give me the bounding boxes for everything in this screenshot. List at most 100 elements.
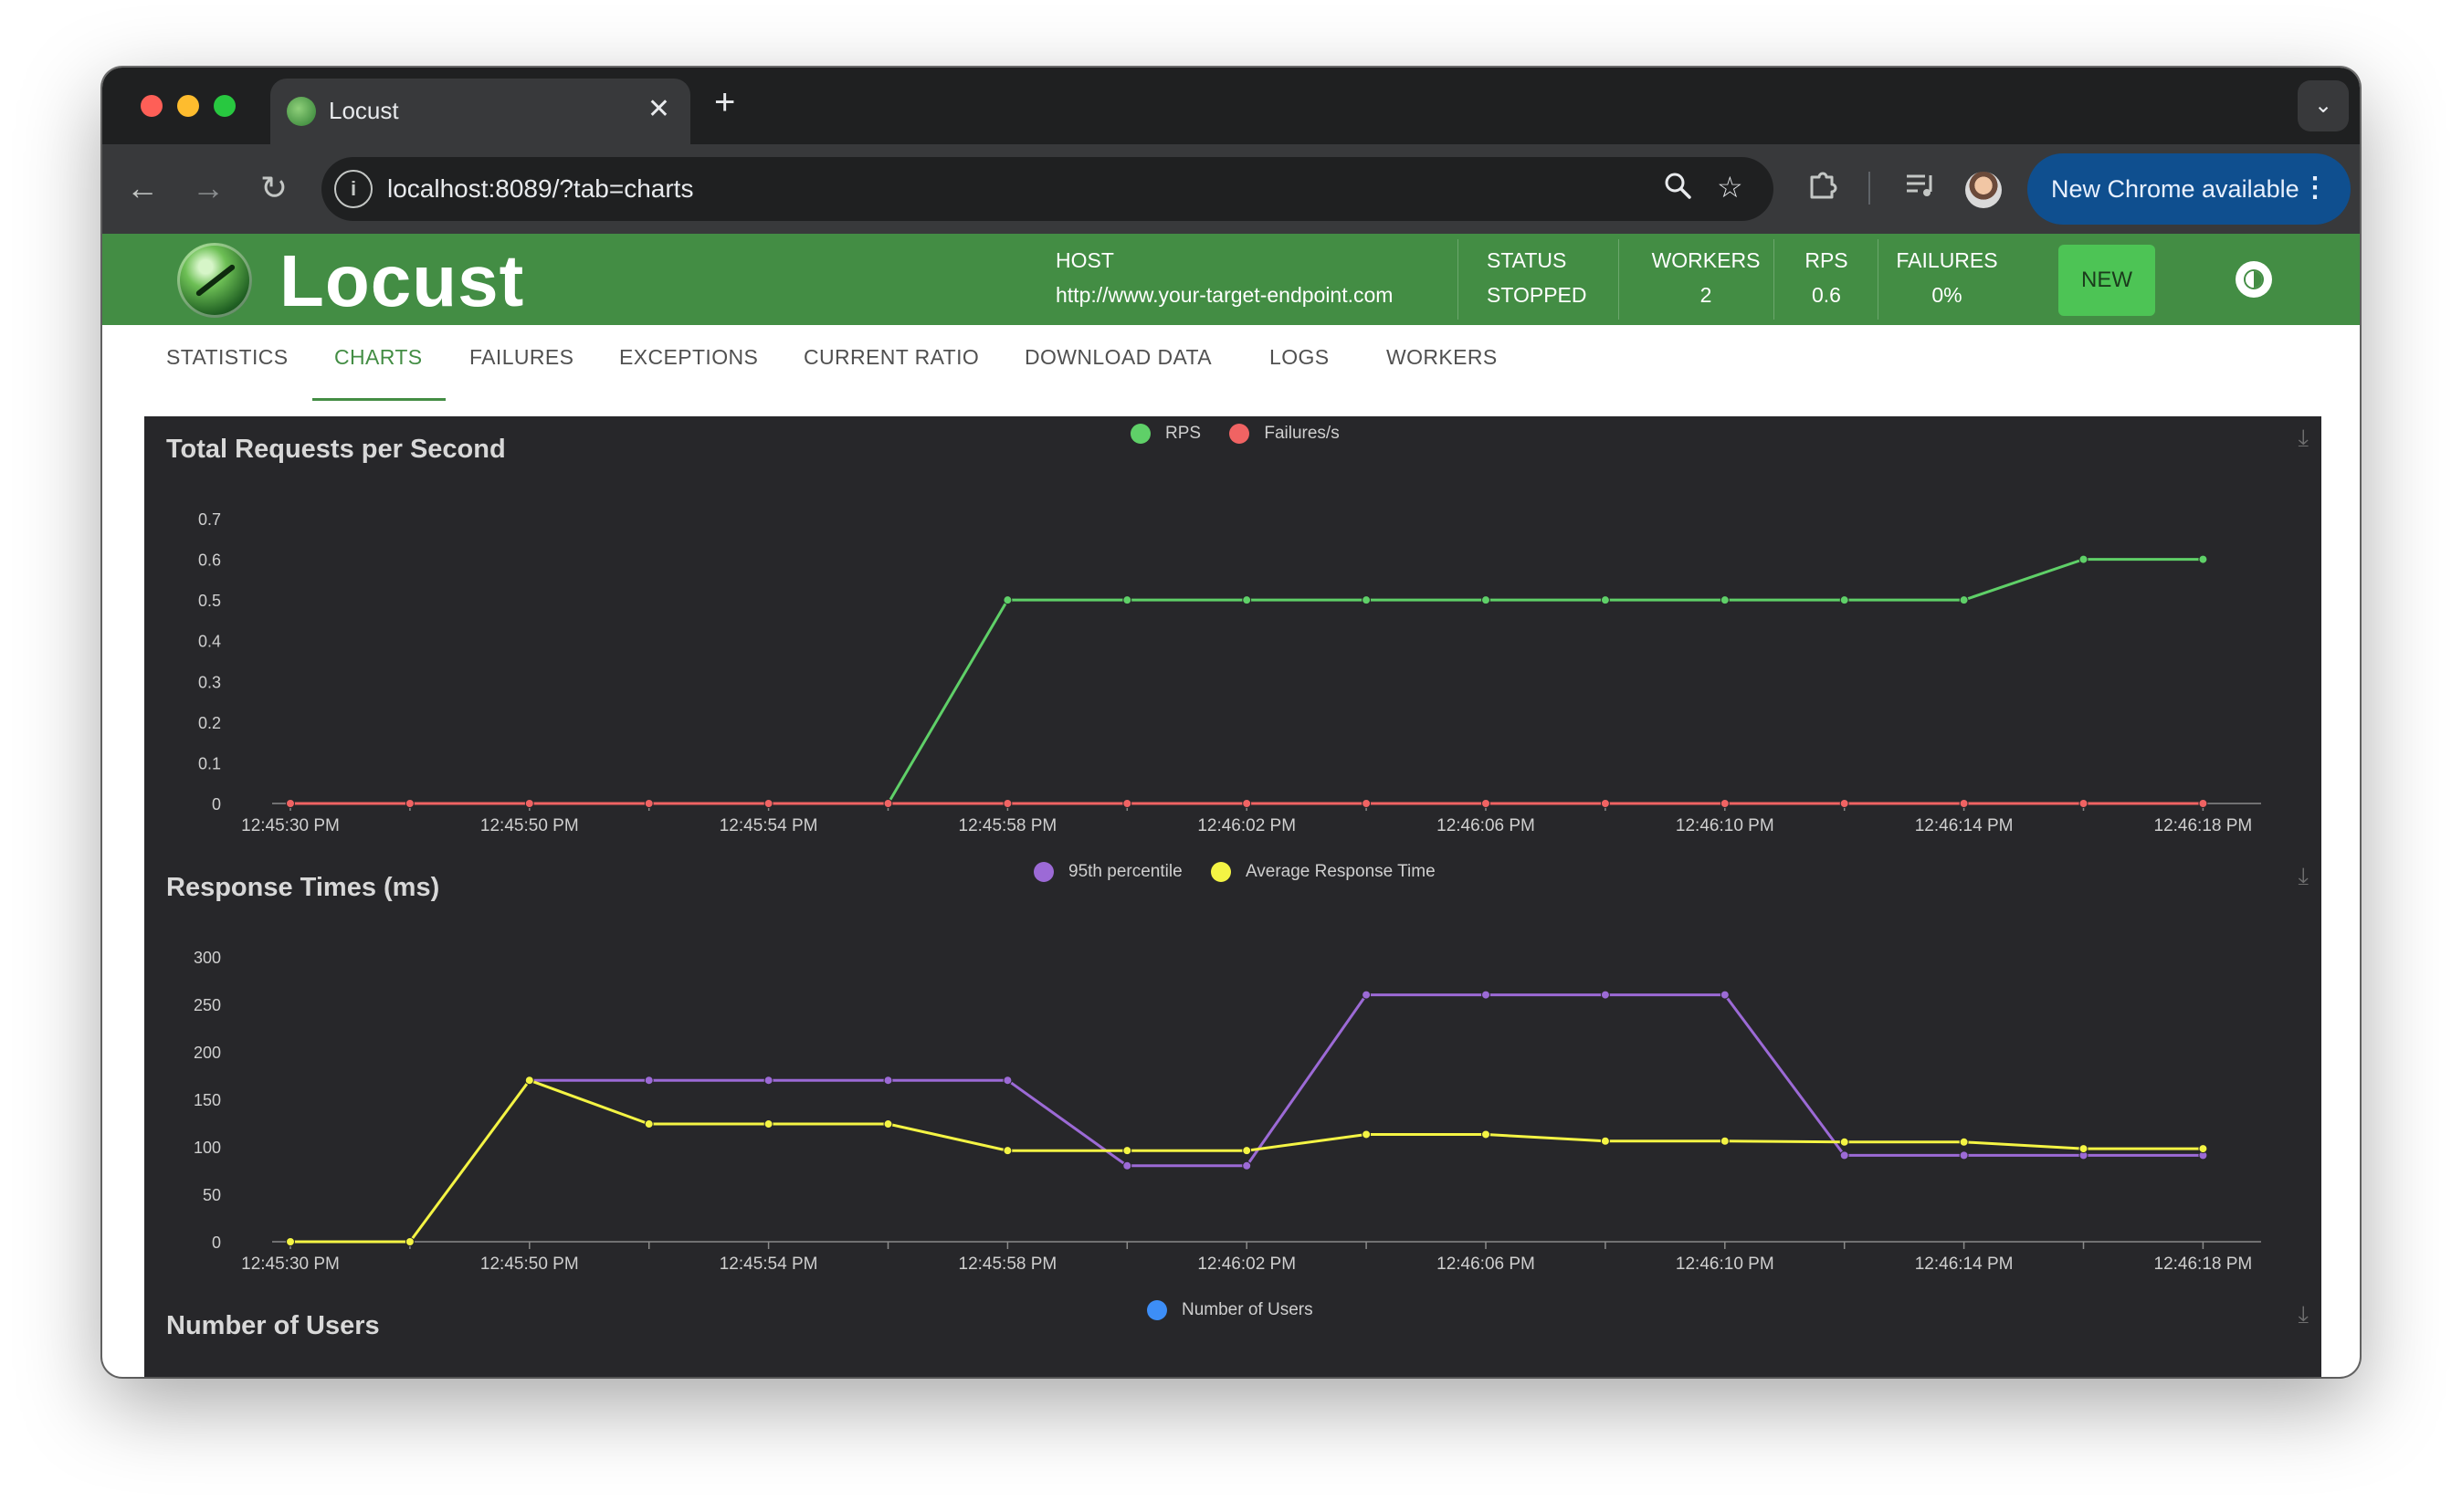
x-tick-label: 12:46:06 PM bbox=[1436, 816, 1535, 835]
data-point bbox=[1242, 1160, 1252, 1171]
y-tick-label: 0.3 bbox=[198, 673, 221, 691]
browser-window: Locust ✕ + ⌄ ← → ↻ i localhost:8089/?tab… bbox=[102, 68, 2360, 1377]
x-tick-label: 12:45:50 PM bbox=[480, 1255, 579, 1274]
response-times-chart-plot: 12:45:30 PM 12:45:50 PM 12:45:54 PM 12:45:5… bbox=[194, 949, 2261, 1274]
forward-arrow-icon[interactable]: → bbox=[188, 170, 228, 206]
workers-value: 2 bbox=[1699, 283, 1712, 307]
locust-favicon-icon bbox=[287, 97, 316, 126]
tab-search-chevron-icon[interactable]: ⌄ bbox=[2298, 80, 2349, 131]
nav-tabs: STATISTICS CHARTS FAILURES EXCEPTIONS CU… bbox=[102, 325, 2360, 409]
data-point bbox=[644, 1119, 654, 1129]
locust-logo-icon[interactable] bbox=[177, 243, 252, 318]
new-test-button[interactable]: NEW bbox=[2058, 245, 2155, 316]
data-point bbox=[1481, 1129, 1490, 1139]
tab-current-ratio[interactable]: CURRENT RATIO bbox=[804, 345, 979, 370]
data-point bbox=[1362, 799, 1372, 808]
y-tick-label: 100 bbox=[194, 1139, 221, 1157]
more-menu-icon[interactable]: ⋮ bbox=[2301, 172, 2329, 204]
site-info-icon[interactable]: i bbox=[334, 170, 373, 208]
charts-panel: Total Requests per Second RPS Failures/s… bbox=[144, 416, 2321, 1377]
back-arrow-icon[interactable]: ← bbox=[122, 170, 163, 206]
tab-download-data[interactable]: DOWNLOAD DATA bbox=[1025, 345, 1212, 370]
data-point bbox=[2078, 799, 2088, 808]
chrome-update-button[interactable]: New Chrome available ⋮ bbox=[2027, 153, 2351, 225]
url-text[interactable]: localhost:8089/?tab=charts bbox=[387, 174, 693, 204]
data-point bbox=[763, 799, 773, 808]
data-point bbox=[1600, 799, 1610, 808]
data-point bbox=[883, 799, 893, 808]
header-divider bbox=[1773, 239, 1774, 320]
profile-avatar[interactable] bbox=[1965, 172, 2002, 208]
rps-label: RPS bbox=[1804, 248, 1848, 272]
workers-label: WORKERS bbox=[1651, 248, 1761, 272]
extensions-puzzle-icon[interactable] bbox=[1806, 168, 1839, 209]
status-value: STOPPED bbox=[1487, 283, 1587, 307]
y-tick-label: 0 bbox=[212, 1234, 221, 1252]
failures-stat: FAILURES 0% bbox=[1883, 248, 2011, 308]
y-tick-label: 0 bbox=[212, 795, 221, 814]
tab-logs[interactable]: LOGS bbox=[1269, 345, 1330, 370]
data-point bbox=[1481, 799, 1490, 808]
x-tick-label: 12:46:18 PM bbox=[2154, 1255, 2253, 1274]
data-point bbox=[1003, 799, 1013, 808]
data-point bbox=[883, 1076, 893, 1086]
rps-chart-plot: 12:45:30 PM 12:45:50 PM 12:45:54 PM 12:45:5… bbox=[198, 510, 2261, 835]
tab-charts[interactable]: CHARTS bbox=[334, 345, 423, 370]
data-point bbox=[1362, 1129, 1372, 1139]
bookmark-star-icon[interactable]: ☆ bbox=[1717, 170, 1743, 205]
data-point bbox=[1839, 595, 1849, 605]
download-chart-icon[interactable]: ⤓ bbox=[2299, 1300, 2309, 1329]
data-point bbox=[1242, 595, 1252, 605]
y-tick-label: 150 bbox=[194, 1091, 221, 1109]
data-point bbox=[1720, 990, 1730, 1000]
brand-title[interactable]: Locust bbox=[279, 239, 524, 323]
browser-tab[interactable]: Locust ✕ bbox=[270, 79, 690, 144]
data-point bbox=[1122, 595, 1132, 605]
new-tab-button[interactable]: + bbox=[714, 82, 735, 123]
x-tick-label: 12:46:02 PM bbox=[1197, 816, 1296, 835]
rps-value: 0.6 bbox=[1812, 283, 1841, 307]
host-stat: HOST http://www.your-target-endpoint.com bbox=[1056, 248, 1393, 308]
zoom-window-button[interactable] bbox=[214, 95, 236, 117]
tab-failures[interactable]: FAILURES bbox=[469, 345, 573, 370]
toolbar-divider bbox=[1868, 172, 1870, 205]
address-bar[interactable]: i localhost:8089/?tab=charts ☆ bbox=[321, 157, 1773, 221]
x-tick-label: 12:46:06 PM bbox=[1436, 1255, 1535, 1274]
data-point bbox=[2198, 799, 2208, 808]
data-point bbox=[1122, 799, 1132, 808]
x-tick-label: 12:45:54 PM bbox=[720, 816, 818, 835]
tab-workers[interactable]: WORKERS bbox=[1386, 345, 1498, 370]
data-point bbox=[524, 799, 534, 808]
theme-toggle-icon[interactable] bbox=[2236, 261, 2272, 298]
legend-dot bbox=[1147, 1300, 1167, 1320]
y-tick-label: 200 bbox=[194, 1044, 221, 1062]
workers-stat: WORKERS 2 bbox=[1633, 248, 1779, 308]
data-point bbox=[1720, 799, 1730, 808]
close-window-button[interactable] bbox=[141, 95, 163, 117]
y-tick-label: 300 bbox=[194, 949, 221, 967]
y-tick-label: 0.2 bbox=[198, 714, 221, 732]
legend-item-users[interactable]: Number of Users bbox=[1147, 1300, 1313, 1320]
tab-exceptions[interactable]: EXCEPTIONS bbox=[619, 345, 758, 370]
failures-value: 0% bbox=[1931, 283, 1962, 307]
tab-strip: Locust ✕ + ⌄ bbox=[102, 68, 2360, 144]
status-label: STATUS bbox=[1487, 248, 1567, 272]
reload-icon[interactable]: ↻ bbox=[254, 170, 294, 206]
tab-statistics[interactable]: STATISTICS bbox=[166, 345, 289, 370]
legend-label: Number of Users bbox=[1182, 1300, 1313, 1319]
data-point bbox=[1839, 799, 1849, 808]
header-divider bbox=[1618, 239, 1619, 320]
close-tab-icon[interactable]: ✕ bbox=[647, 93, 670, 125]
minimize-window-button[interactable] bbox=[177, 95, 199, 117]
x-tick-label: 12:45:58 PM bbox=[959, 816, 1057, 835]
x-tick-label: 12:45:30 PM bbox=[241, 816, 340, 835]
x-tick-label: 12:45:54 PM bbox=[720, 1255, 818, 1274]
y-tick-label: 50 bbox=[203, 1186, 221, 1204]
data-point bbox=[1003, 1146, 1013, 1156]
y-tick-label: 0.7 bbox=[198, 510, 221, 529]
y-tick-label: 0.4 bbox=[198, 633, 221, 651]
data-point bbox=[644, 799, 654, 808]
x-tick-label: 12:46:02 PM bbox=[1197, 1255, 1296, 1274]
zoom-magnifier-icon[interactable] bbox=[1662, 170, 1693, 208]
media-controls-icon[interactable] bbox=[1903, 168, 1936, 209]
